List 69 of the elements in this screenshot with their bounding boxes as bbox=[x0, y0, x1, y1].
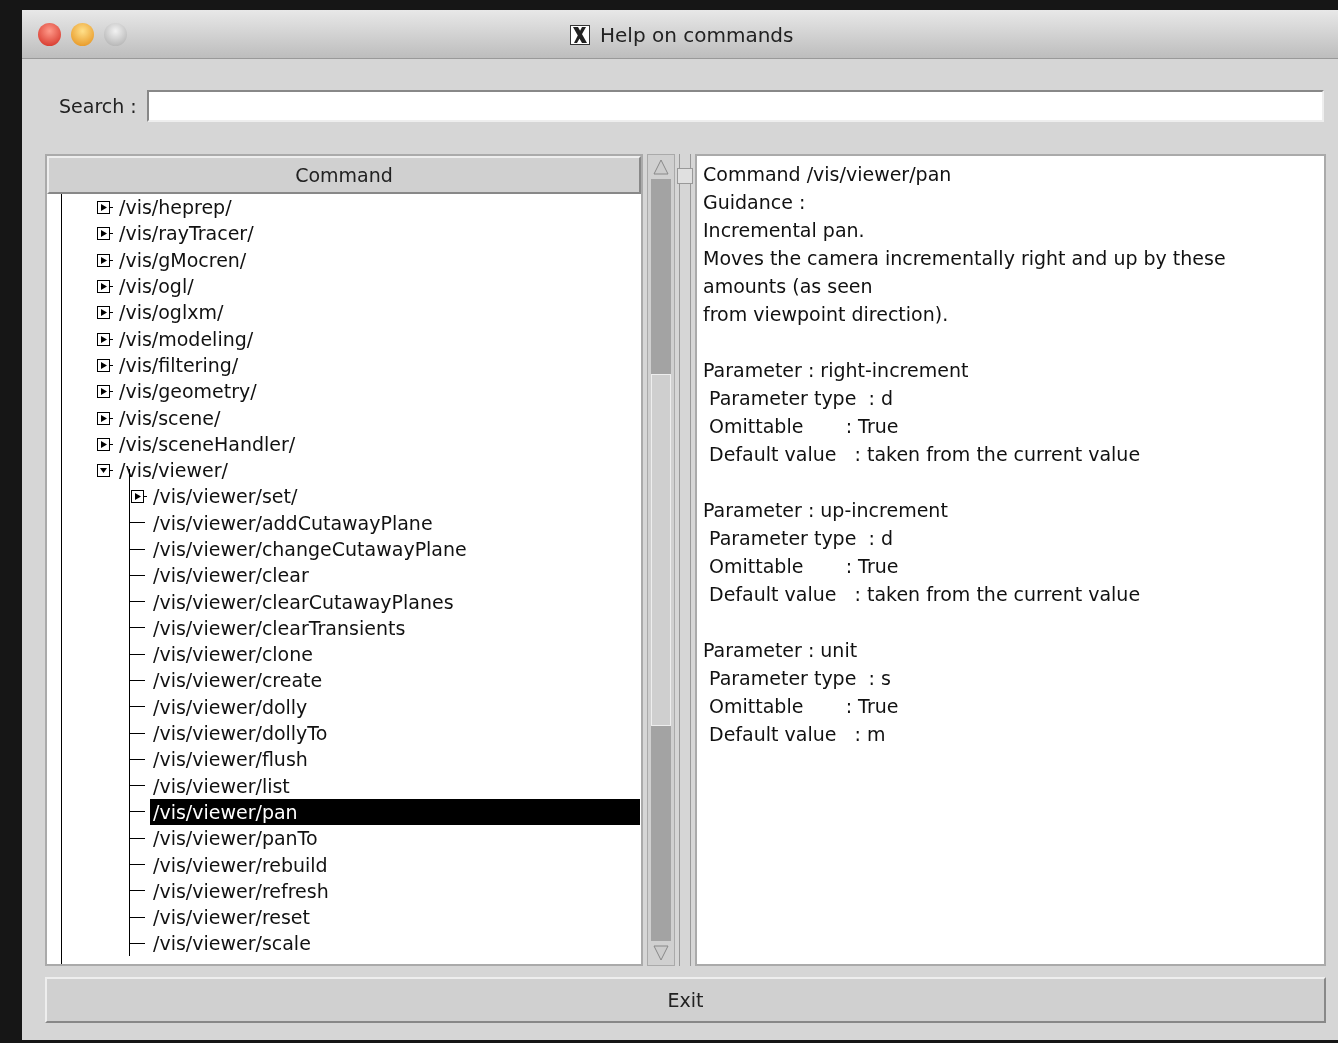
help-text-line: Default value : taken from the current value bbox=[708, 582, 1141, 607]
tree-item[interactable]: /vis/geometry/ bbox=[117, 379, 259, 404]
tree-item[interactable]: /vis/viewer/clearCutawayPlanes bbox=[151, 589, 456, 614]
help-text-line: Omittable : True bbox=[708, 554, 899, 579]
tree-item[interactable]: /vis/viewer/clear bbox=[151, 563, 311, 588]
tree-item[interactable]: /vis/viewer/refresh bbox=[151, 878, 331, 903]
help-text-line: amounts (as seen bbox=[703, 274, 873, 299]
tree-item[interactable]: /vis/viewer/set/ bbox=[151, 484, 300, 509]
x-window-icon bbox=[570, 25, 590, 45]
tree-item[interactable]: /vis/scene/ bbox=[117, 405, 223, 430]
window-title: Help on commands bbox=[600, 23, 794, 47]
expand-icon[interactable] bbox=[97, 251, 113, 268]
help-text-line: from viewpoint direction). bbox=[703, 302, 949, 327]
tree-item[interactable]: /vis/viewer/clearTransients bbox=[151, 615, 408, 640]
help-text-line: Parameter type : d bbox=[708, 386, 893, 411]
tree-item[interactable]: /vis/gMocren/ bbox=[117, 247, 249, 272]
help-text-line: Omittable : True bbox=[708, 414, 899, 439]
tree-item[interactable]: /vis/viewer/ bbox=[117, 458, 230, 483]
tree-item[interactable]: /vis/viewer/flush bbox=[151, 747, 310, 772]
tree-item[interactable]: /vis/viewer/scale bbox=[151, 931, 313, 956]
help-text-line: Guidance : bbox=[703, 190, 806, 215]
help-text-line: Command /vis/viewer/pan bbox=[703, 162, 952, 187]
help-text-line: Parameter : up-increment bbox=[703, 498, 948, 523]
tree-item[interactable]: /vis/viewer/dolly bbox=[151, 694, 310, 719]
tree-item[interactable]: /vis/sceneHandler/ bbox=[117, 431, 298, 456]
help-text-line: Omittable : True bbox=[708, 694, 899, 719]
help-text-line: Default value : m bbox=[708, 722, 886, 747]
tree-item[interactable]: /vis/rayTracer/ bbox=[117, 221, 256, 246]
tree-item[interactable]: /vis/viewer/pan bbox=[151, 799, 639, 824]
tree-item[interactable]: /vis/viewer/clone bbox=[151, 642, 315, 667]
help-text-line: Default value : taken from the current value bbox=[708, 442, 1141, 467]
search-field[interactable] bbox=[146, 89, 1324, 122]
expand-icon[interactable] bbox=[131, 488, 147, 505]
expand-icon[interactable] bbox=[97, 356, 113, 373]
tree-item[interactable]: /vis/viewer/list bbox=[151, 773, 292, 798]
tree-item[interactable]: /vis/viewer/reset bbox=[151, 905, 312, 930]
tree-item[interactable]: /vis/viewer/create bbox=[151, 668, 325, 693]
expand-icon[interactable] bbox=[97, 225, 113, 242]
tree-item[interactable]: /vis/modeling/ bbox=[117, 326, 256, 351]
tree-item[interactable]: /vis/heprep/ bbox=[117, 195, 234, 220]
close-button[interactable] bbox=[38, 22, 61, 46]
expand-icon[interactable] bbox=[97, 199, 113, 216]
exit-button[interactable]: Exit bbox=[45, 977, 1326, 1023]
help-text-line: Incremental pan. bbox=[703, 218, 865, 243]
help-text-line: Moves the camera incrementally right and up by these bbox=[703, 246, 1226, 271]
help-text-line: Parameter : right-increment bbox=[703, 358, 969, 383]
help-text-line: Parameter type : s bbox=[708, 666, 891, 691]
tree-item[interactable]: /vis/ogl/ bbox=[117, 274, 196, 299]
scroll-thumb[interactable] bbox=[651, 374, 671, 726]
tree-item[interactable]: /vis/filtering/ bbox=[117, 352, 241, 377]
expand-icon[interactable] bbox=[97, 304, 113, 321]
expand-icon[interactable] bbox=[97, 278, 113, 295]
column-header[interactable]: Command bbox=[47, 156, 641, 194]
scrollbar[interactable] bbox=[647, 154, 675, 966]
collapse-icon[interactable] bbox=[97, 462, 113, 479]
search-label: Search : bbox=[59, 94, 137, 117]
expand-icon[interactable] bbox=[97, 383, 113, 400]
tree-item[interactable]: /vis/oglxm/ bbox=[117, 300, 226, 325]
tree-item[interactable]: /vis/viewer/addCutawayPlane bbox=[151, 510, 435, 535]
expand-icon[interactable] bbox=[97, 409, 113, 426]
tree-item[interactable]: /vis/viewer/dollyTo bbox=[151, 721, 330, 746]
help-text-line: Parameter type : d bbox=[708, 526, 893, 551]
help-text-line: Parameter : unit bbox=[703, 638, 858, 663]
splitter-handle[interactable] bbox=[679, 154, 691, 966]
expand-icon[interactable] bbox=[97, 435, 113, 452]
tree-item[interactable]: /vis/viewer/panTo bbox=[151, 826, 320, 851]
tree-item[interactable]: /vis/viewer/changeCutawayPlane bbox=[151, 537, 469, 561]
expand-icon[interactable] bbox=[97, 330, 113, 347]
tree-item[interactable]: /vis/viewer/rebuild bbox=[151, 852, 330, 877]
